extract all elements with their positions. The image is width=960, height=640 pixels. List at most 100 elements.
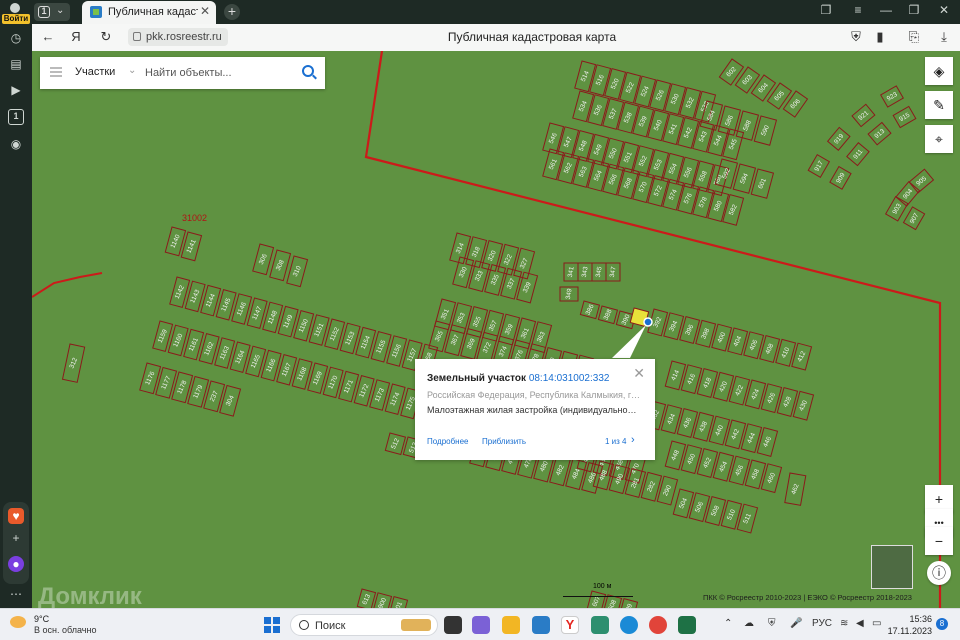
parcel[interactable]: 570 bbox=[632, 171, 655, 204]
parcel[interactable]: 388 bbox=[597, 305, 619, 325]
yandex-icon[interactable]: Я bbox=[68, 29, 84, 45]
layer-select[interactable]: Участки bbox=[75, 66, 115, 78]
protect-icon[interactable]: ⛨ bbox=[848, 29, 864, 45]
login-label[interactable]: Войти bbox=[2, 14, 30, 24]
parcel[interactable]: 541 bbox=[662, 113, 685, 146]
battery-icon[interactable]: ▭ bbox=[872, 618, 881, 629]
parcel[interactable]: 578 bbox=[692, 186, 715, 219]
layers-button[interactable]: ◈ bbox=[925, 57, 953, 85]
parcel[interactable]: 563 bbox=[572, 155, 595, 188]
wifi-icon[interactable]: ≋ bbox=[840, 618, 848, 629]
downloads-menu-icon[interactable]: ≡ bbox=[850, 3, 866, 17]
maximize-button[interactable]: ❐ bbox=[906, 3, 922, 17]
parcel[interactable]: 601 bbox=[750, 168, 775, 199]
parcel[interactable]: 900 bbox=[372, 592, 393, 608]
collections-icon[interactable]: ❐ bbox=[818, 3, 834, 17]
parcel[interactable]: 566 bbox=[602, 163, 625, 196]
start-button[interactable] bbox=[264, 617, 280, 633]
parcel[interactable]: 310 bbox=[286, 255, 309, 288]
parcel[interactable]: 554 bbox=[662, 152, 685, 185]
volume-icon[interactable]: ◀ bbox=[856, 618, 864, 629]
parcel[interactable]: 580 bbox=[707, 190, 730, 223]
parcel[interactable]: 572 bbox=[647, 174, 670, 207]
more-icon[interactable]: ⋯ bbox=[8, 586, 24, 602]
parcel[interactable]: 306 bbox=[252, 243, 275, 276]
parcel[interactable]: 312 bbox=[61, 343, 86, 383]
tab-one-icon[interactable]: 1 bbox=[8, 109, 24, 125]
parcel[interactable]: 556 bbox=[677, 156, 700, 189]
parcel[interactable]: 524 bbox=[634, 75, 657, 108]
clock-date[interactable]: 17.11.2023 bbox=[884, 626, 932, 636]
parcel[interactable]: 552 bbox=[632, 145, 655, 178]
parcel[interactable]: 542 bbox=[677, 116, 700, 149]
parcel[interactable]: 512 bbox=[384, 432, 407, 456]
menu-icon[interactable] bbox=[50, 67, 62, 77]
parcel[interactable]: 386 bbox=[579, 300, 601, 320]
satellite-basemap-switch[interactable] bbox=[871, 545, 913, 589]
parcel[interactable]: 905 bbox=[908, 168, 935, 194]
parcel[interactable]: 613 bbox=[356, 588, 377, 608]
cadastral-map[interactable]: 1140 1141 1142 1143 1144 1145 1146 1147 1148 1149… bbox=[32, 51, 960, 608]
tab-manager-button[interactable]: 1 ⌄ bbox=[34, 3, 70, 21]
parcel[interactable]: 901 bbox=[388, 595, 409, 608]
close-icon[interactable]: ✕ bbox=[633, 365, 645, 382]
language-indicator[interactable]: РУС bbox=[812, 618, 832, 629]
parcel[interactable]: 516 bbox=[589, 64, 612, 97]
parcel[interactable]: 604 bbox=[750, 74, 777, 102]
task-view-icon[interactable] bbox=[444, 616, 462, 634]
tab-active[interactable]: Публичная кадастрова ✕ bbox=[82, 1, 216, 24]
parcel[interactable]: 603 bbox=[734, 66, 761, 94]
parcel[interactable]: 345 bbox=[591, 262, 607, 282]
explorer-icon[interactable] bbox=[502, 616, 520, 634]
close-window-button[interactable]: ✕ bbox=[936, 3, 952, 17]
parcel[interactable]: 564 bbox=[587, 159, 610, 192]
back-icon[interactable]: ← bbox=[40, 29, 56, 45]
parcel[interactable]: 532 bbox=[679, 86, 702, 119]
parcel[interactable]: 536 bbox=[587, 94, 610, 127]
parcel[interactable]: 609 bbox=[618, 597, 639, 608]
search-icon[interactable] bbox=[302, 65, 314, 77]
parcel[interactable]: 582 bbox=[722, 193, 745, 226]
parcel[interactable]: 349 bbox=[559, 286, 579, 302]
parcel[interactable]: 904 bbox=[895, 180, 921, 207]
add-app-icon[interactable]: + bbox=[8, 530, 24, 546]
edge-icon[interactable] bbox=[620, 616, 638, 634]
reload-icon[interactable]: ↻ bbox=[98, 29, 114, 45]
details-link[interactable]: Подробнее bbox=[427, 437, 469, 446]
zoom-to-link[interactable]: Приблизить bbox=[482, 437, 526, 446]
parcel[interactable]: 308 bbox=[269, 249, 292, 282]
parcel[interactable]: 551 bbox=[617, 141, 640, 174]
parcel[interactable]: 534 bbox=[572, 90, 595, 123]
parcel[interactable]: 546 bbox=[542, 122, 565, 155]
taskbar-search[interactable]: Поиск bbox=[290, 614, 438, 636]
collections-icon[interactable]: ▤ bbox=[8, 56, 24, 72]
parcel[interactable]: 568 bbox=[617, 167, 640, 200]
teams-icon[interactable] bbox=[472, 616, 490, 634]
parcel[interactable]: 576 bbox=[677, 182, 700, 215]
parcel[interactable]: 921 bbox=[851, 103, 876, 128]
parcel[interactable]: 539 bbox=[632, 105, 655, 138]
tray-expand-icon[interactable]: ⌃ bbox=[724, 618, 732, 629]
parcel[interactable]: 913 bbox=[867, 121, 892, 146]
parcel[interactable]: 917 bbox=[807, 154, 831, 178]
parcel[interactable]: 530 bbox=[664, 83, 687, 116]
parcel[interactable]: 606 bbox=[782, 90, 809, 118]
clock-time[interactable]: 15:36 bbox=[894, 614, 932, 624]
play-icon[interactable]: ▶ bbox=[8, 82, 24, 98]
chrome-icon[interactable] bbox=[649, 616, 667, 634]
translate-icon[interactable]: ⎘ bbox=[906, 29, 922, 45]
parcel[interactable]: 343 bbox=[577, 262, 593, 282]
parcel[interactable]: 574 bbox=[662, 178, 685, 211]
parcel-layer[interactable]: 1140 11411142 1143 1144 1145 1146 1147 1148 1149… bbox=[32, 51, 960, 608]
parcel[interactable]: 590 bbox=[753, 115, 778, 146]
parcel[interactable]: 553 bbox=[647, 148, 670, 181]
parcel[interactable]: 548 bbox=[572, 129, 595, 162]
parcel[interactable]: 903 bbox=[884, 195, 909, 222]
excel-icon[interactable] bbox=[678, 616, 696, 634]
zoom-out-button[interactable]: − bbox=[925, 527, 953, 555]
parcel[interactable]: 919 bbox=[826, 126, 851, 151]
parcel[interactable]: 520 bbox=[604, 67, 627, 100]
search-input[interactable] bbox=[145, 65, 295, 81]
shield-icon[interactable]: ⛨ bbox=[768, 618, 776, 629]
yandex-browser-icon[interactable]: Y bbox=[561, 616, 579, 634]
